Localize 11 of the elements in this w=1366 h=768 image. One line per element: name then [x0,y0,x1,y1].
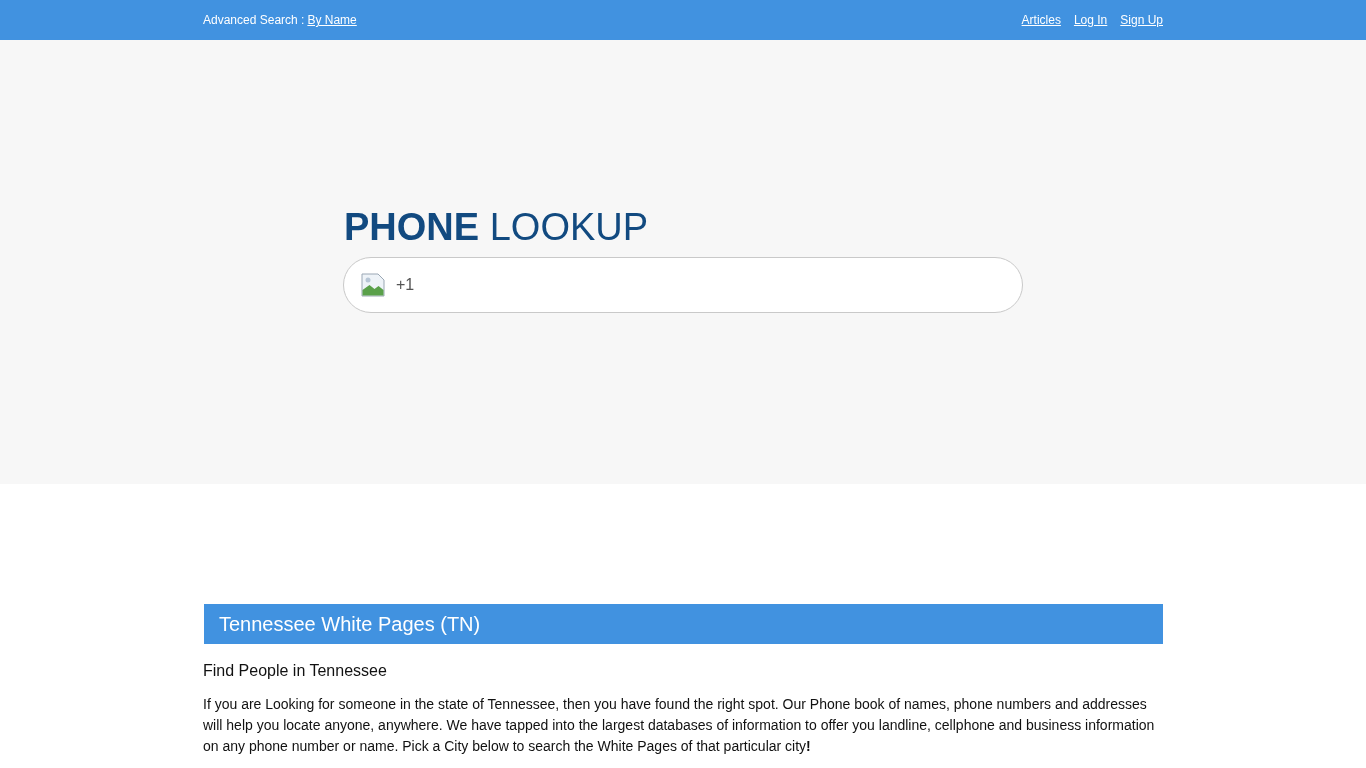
advanced-search-label: Advanced Search : [203,13,305,27]
section-title: Tennessee White Pages (TN) [219,612,481,636]
intro-paragraph: If you are Looking for someone in the state of Tennessee, then you have found the right spot. Our Phone book of names, phone numbers and addresses will help you locate anyone, anywhere. We have tapped into the largest databases of information to offer you landline, cellphone and business information on any phone number or name. Pick a City below to search the White Pages of that particular city! [203,695,1156,756]
nav-link[interactable]: Log In [1073,13,1108,27]
section-subtitle: Find People in Tennessee [203,661,388,681]
broken-image-icon [361,273,385,297]
phone-search-field[interactable]: +1 [343,257,1023,313]
by-name-link[interactable]: By Name [307,13,357,27]
nav-link[interactable]: Sign Up [1120,13,1163,27]
nav-link[interactable]: Articles [1021,13,1061,27]
page-title: PHONE LOOKUP [344,205,649,249]
